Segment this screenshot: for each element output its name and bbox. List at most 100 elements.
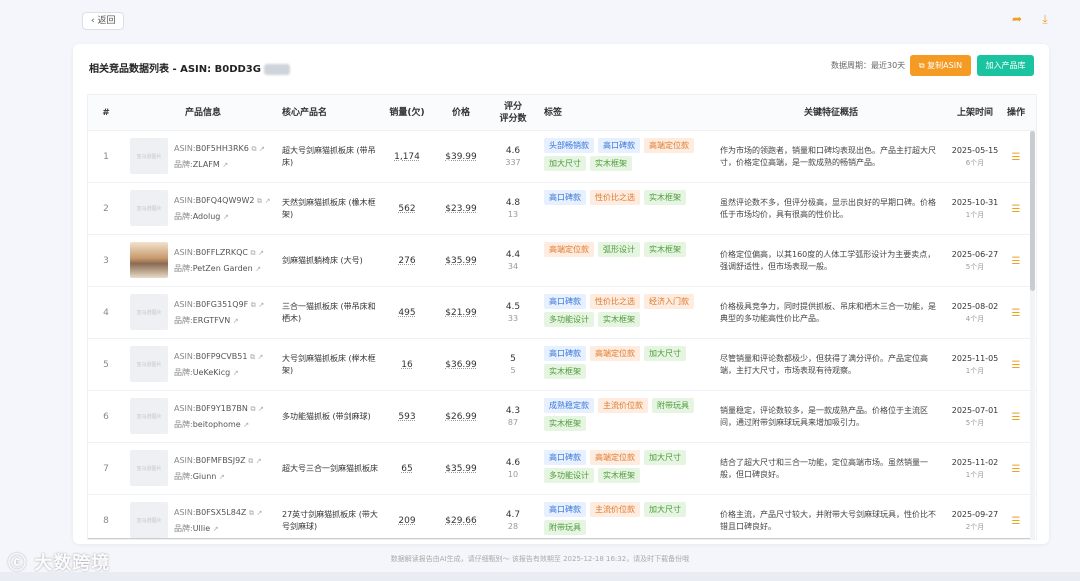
feature-summary: 价格主流，产品尺寸较大，并附带大号剑麻球玩具，性价比不错且口碑良好。 (720, 510, 936, 531)
horizontal-scrollbar[interactable] (88, 538, 1030, 539)
table-row: 7 亚马逊图片 ASIN:B0FMFBSJ9Z ⧉ ↗ 品牌:Giunn ↗ 超… (88, 443, 1036, 495)
price-value[interactable]: $29.66 (438, 495, 484, 539)
sales-value[interactable]: 276 (386, 235, 428, 287)
product-tag: 附带玩具 (652, 398, 694, 413)
product-tag: 高口碑款 (598, 138, 640, 153)
product-info: ASIN:B0F9Y1B7BN ⧉ ↗ 品牌:beitophome ↗ (174, 404, 264, 429)
row-index: 2 (103, 204, 109, 214)
external-link-icon[interactable]: ↗ (258, 301, 264, 309)
asin-link[interactable]: B0FQ4QW9W2 (196, 196, 255, 205)
brand-link[interactable]: Giunn (193, 472, 217, 481)
detail-icon[interactable]: ☰ (1006, 339, 1026, 391)
external-link-icon[interactable]: ↗ (233, 369, 239, 377)
brand-link[interactable]: ERGTFVN (193, 316, 230, 325)
back-button[interactable]: ‹ 返回 (82, 12, 125, 30)
brand-link[interactable]: UeKeKicg (193, 368, 231, 377)
asin-link[interactable]: B0FMFBSJ9Z (196, 456, 246, 465)
copy-icon[interactable]: ⧉ (251, 249, 256, 257)
price-value[interactable]: $26.99 (438, 391, 484, 443)
product-thumbnail[interactable]: 亚马逊图片 (130, 346, 168, 382)
copy-icon[interactable]: ⧉ (250, 405, 255, 413)
download-icon[interactable]: ⤓ (1038, 12, 1052, 26)
detail-icon[interactable]: ☰ (1006, 235, 1026, 287)
product-tag: 附带玩具 (544, 520, 586, 535)
rating: 4.3 87 (490, 391, 536, 443)
header-price[interactable]: 价格 (438, 95, 484, 131)
price-value[interactable]: $23.99 (438, 183, 484, 235)
product-tag: 高口碑款 (544, 294, 586, 309)
price-value[interactable]: $35.99 (438, 235, 484, 287)
sales-value[interactable]: 209 (386, 495, 428, 539)
detail-icon[interactable]: ☰ (1006, 391, 1026, 443)
external-link-icon[interactable]: ↗ (219, 473, 225, 481)
price-value[interactable]: $39.99 (438, 131, 484, 183)
copy-icon[interactable]: ⧉ (257, 197, 262, 205)
detail-icon[interactable]: ☰ (1006, 495, 1026, 539)
rating-score: 4.7 (505, 510, 521, 520)
detail-icon[interactable]: ☰ (1006, 287, 1026, 339)
product-tag: 高口碑款 (544, 346, 586, 361)
copy-icon[interactable]: ⧉ (249, 509, 254, 517)
asin-link[interactable]: B0FSX5L84Z (196, 508, 247, 517)
asin-link[interactable]: B0F9Y1B7BN (196, 404, 248, 413)
add-to-library-button[interactable]: 加入产品库 (977, 55, 1034, 76)
brand-link[interactable]: beitophome (193, 420, 241, 429)
price-value[interactable]: $21.99 (438, 287, 484, 339)
product-thumbnail[interactable]: 亚马逊图片 (130, 502, 168, 538)
price-value[interactable]: $36.99 (438, 339, 484, 391)
copy-icon[interactable]: ⧉ (251, 301, 256, 309)
asin-link[interactable]: B0F5HH3RK6 (196, 144, 249, 153)
tag-list: 高口碑款 性价比之选 经济入门款 多功能设计 实木框架 (544, 294, 716, 327)
product-thumbnail[interactable]: 亚马逊图片 (130, 294, 168, 330)
header-sales[interactable]: 销量(欠) (386, 95, 428, 131)
detail-icon[interactable]: ☰ (1006, 131, 1026, 183)
vertical-scrollbar[interactable] (1030, 131, 1035, 539)
brand-link[interactable]: Adolug (193, 212, 221, 221)
external-link-icon[interactable]: ↗ (223, 213, 229, 221)
asin-link[interactable]: B0FFLZRKQC (196, 248, 248, 257)
copy-asin-button[interactable]: ⧉ 复制ASIN (910, 55, 971, 76)
copy-icon[interactable]: ⧉ (250, 353, 255, 361)
product-thumbnail[interactable]: 亚马逊图片 (130, 138, 168, 174)
header-date[interactable]: 上架时间 (946, 95, 1004, 131)
sales-value[interactable]: 562 (386, 183, 428, 235)
product-thumbnail[interactable]: 亚马逊图片 (130, 450, 168, 486)
external-link-icon[interactable]: ↗ (243, 421, 249, 429)
external-link-icon[interactable]: ↗ (265, 197, 271, 205)
listing-date: 2025-07-01 5个月 (951, 406, 999, 427)
external-link-icon[interactable]: ↗ (222, 161, 228, 169)
product-thumbnail[interactable]: 亚马逊图片 (130, 190, 168, 226)
detail-icon[interactable]: ☰ (1006, 443, 1026, 495)
product-tag: 主流价位款 (590, 502, 640, 517)
external-link-icon[interactable]: ↗ (258, 405, 264, 413)
table-row: 4 亚马逊图片 ASIN:B0FG351Q9F ⧉ ↗ 品牌:ERGTFVN ↗… (88, 287, 1036, 339)
copy-icon[interactable]: ⧉ (248, 457, 253, 465)
external-link-icon[interactable]: ↗ (258, 249, 264, 257)
header-score[interactable]: 评分 评分数 (490, 95, 536, 131)
external-link-icon[interactable]: ↗ (258, 353, 264, 361)
sales-value[interactable]: 1,174 (386, 131, 428, 183)
external-link-icon[interactable]: ↗ (255, 265, 261, 273)
feature-summary: 结合了超大尺寸和三合一功能，定位高端市场。虽然销量一般，但口碑良好。 (720, 458, 928, 479)
detail-icon[interactable]: ☰ (1006, 183, 1026, 235)
copy-icon[interactable]: ⧉ (251, 145, 256, 153)
scrollbar-thumb[interactable] (1030, 131, 1035, 291)
external-link-icon[interactable]: ↗ (259, 145, 265, 153)
sales-value[interactable]: 65 (386, 443, 428, 495)
asin-link[interactable]: B0FP9CVB51 (196, 352, 248, 361)
external-link-icon[interactable]: ↗ (257, 509, 263, 517)
external-link-icon[interactable]: ↗ (256, 457, 262, 465)
external-link-icon[interactable]: ↗ (233, 317, 239, 325)
product-thumbnail[interactable]: 亚马逊图片 (130, 398, 168, 434)
brand-link[interactable]: ZLAFM (193, 160, 220, 169)
price-value[interactable]: $35.99 (438, 443, 484, 495)
sales-value[interactable]: 593 (386, 391, 428, 443)
brand-link[interactable]: Ullie (193, 524, 210, 533)
brand-link[interactable]: PetZen Garden (193, 264, 253, 273)
share-arrow-icon[interactable]: ➦ (1010, 12, 1024, 26)
product-thumbnail[interactable] (130, 242, 168, 278)
external-link-icon[interactable]: ↗ (213, 525, 219, 533)
sales-value[interactable]: 495 (386, 287, 428, 339)
asin-link[interactable]: B0FG351Q9F (196, 300, 249, 309)
sales-value[interactable]: 16 (386, 339, 428, 391)
